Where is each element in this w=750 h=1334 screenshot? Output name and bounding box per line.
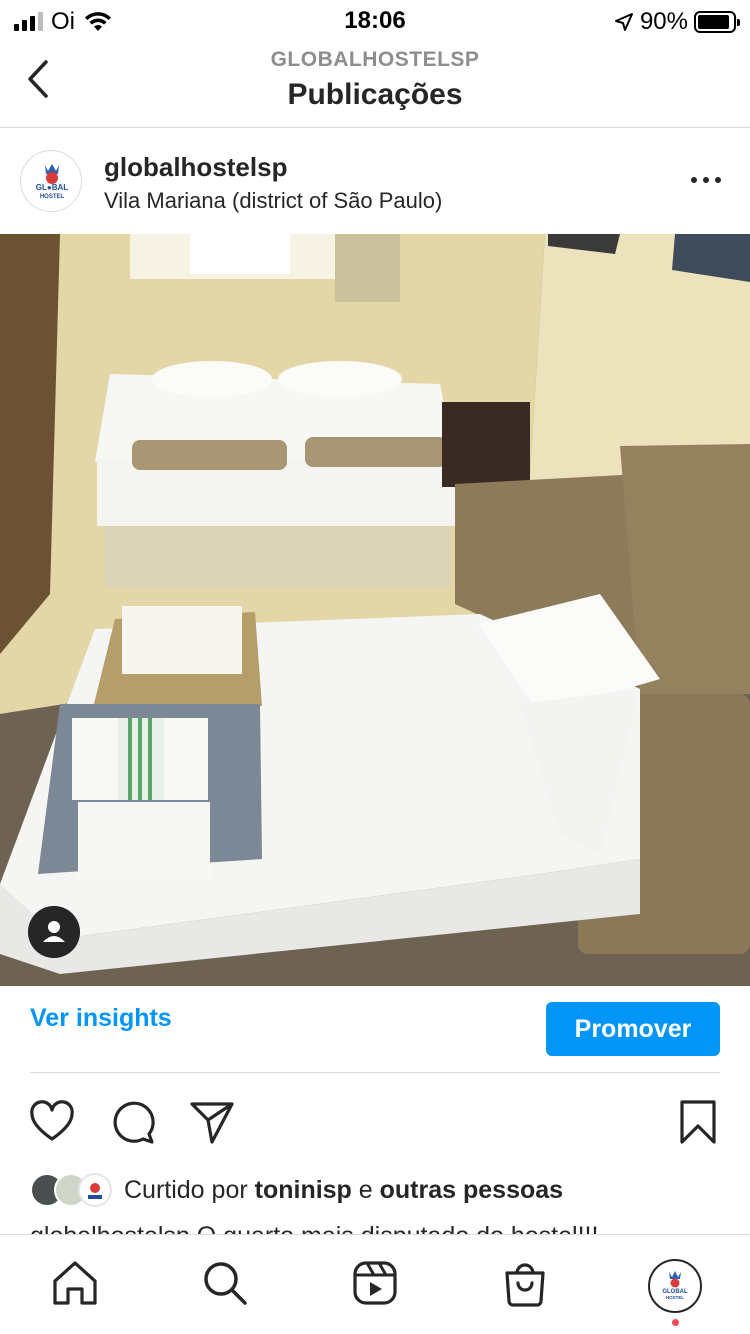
post-header: GL●BAL HOSTEL globalhostelsp Vila Marian… xyxy=(0,128,750,234)
notification-dot xyxy=(672,1319,679,1326)
likes-others[interactable]: outras pessoas xyxy=(380,1176,563,1204)
user-tag-icon[interactable] xyxy=(28,906,80,958)
post-avatar[interactable]: GL●BAL HOSTEL xyxy=(20,150,82,212)
heart-icon[interactable] xyxy=(28,1098,76,1146)
likes-middle: e xyxy=(351,1175,380,1204)
location-arrow-icon xyxy=(614,13,633,31)
svg-text:HOSTEL: HOSTEL xyxy=(666,1295,685,1300)
page-header: GLOBALHOSTELSP Publicações xyxy=(0,40,750,128)
bottom-nav: GLOBAL HOSTEL xyxy=(0,1234,750,1334)
post-photo[interactable] xyxy=(0,234,750,986)
liker-avatar xyxy=(78,1173,112,1207)
divider xyxy=(30,1072,720,1073)
likes-prefix: Curtido por xyxy=(124,1175,255,1204)
hostel-room-image xyxy=(0,234,750,986)
share-icon[interactable] xyxy=(188,1098,236,1146)
search-icon[interactable] xyxy=(197,1255,253,1311)
shop-icon[interactable] xyxy=(497,1255,553,1311)
post-location[interactable]: Vila Mariana (district of São Paulo) xyxy=(104,188,442,214)
status-bar: Oi 18:06 90% xyxy=(0,0,750,40)
home-icon[interactable] xyxy=(47,1255,103,1311)
post-username[interactable]: globalhostelsp xyxy=(104,152,287,183)
bookmark-icon[interactable] xyxy=(674,1098,722,1146)
global-hostel-logo-icon: GLOBAL HOSTEL xyxy=(653,1264,697,1308)
battery-icon xyxy=(694,11,740,33)
liker-username[interactable]: toninisp xyxy=(255,1176,352,1204)
page-title: Publicações xyxy=(287,78,463,111)
promote-button[interactable]: Promover xyxy=(546,1002,720,1056)
svg-text:GL●BAL: GL●BAL xyxy=(36,183,68,192)
account-name-subtitle: GLOBALHOSTELSP xyxy=(270,48,480,71)
comment-icon[interactable] xyxy=(108,1098,156,1146)
profile-avatar[interactable]: GLOBAL HOSTEL xyxy=(648,1259,702,1313)
more-horizontal-icon[interactable] xyxy=(688,168,724,192)
global-hostel-logo-icon: GL●BAL HOSTEL xyxy=(22,152,81,211)
svg-text:HOSTEL: HOSTEL xyxy=(40,194,65,200)
battery-percent: 90% xyxy=(639,8,688,35)
likes-summary[interactable]: Curtido por toninisp e outras pessoas xyxy=(30,1172,563,1208)
view-insights-link[interactable]: Ver insights xyxy=(30,1004,172,1033)
reels-icon[interactable] xyxy=(347,1255,403,1311)
